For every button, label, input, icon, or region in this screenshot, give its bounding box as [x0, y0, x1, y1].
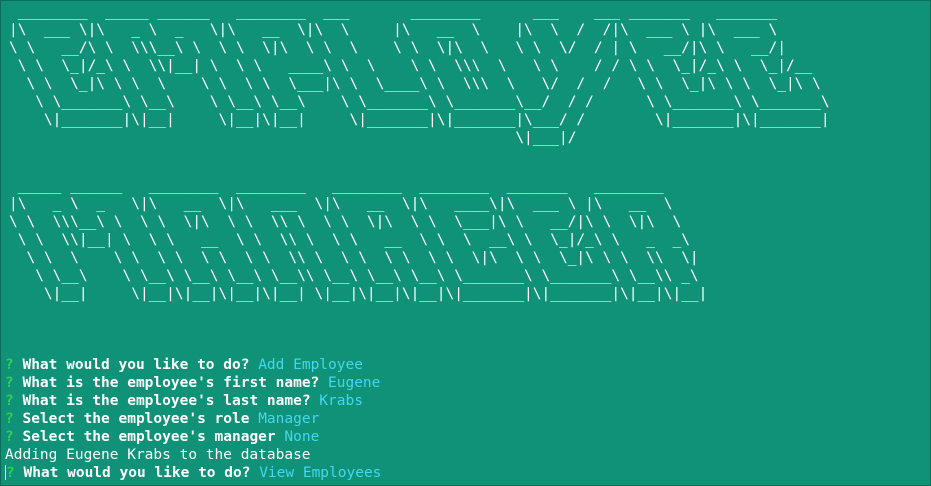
prompt-answer: Manager — [258, 411, 320, 427]
prompt-answer: Add Employee — [258, 357, 363, 373]
ascii-banner-employee: ________ _____ ______ ________ ___ _____… — [9, 4, 830, 146]
output-text: Adding Eugene Krabs to the database — [5, 447, 311, 463]
prompt-answer: Eugene — [328, 375, 381, 391]
prompt-session: ? What would you like to do? Add Employe… — [5, 356, 381, 482]
prompt-question: What would you like to do? — [22, 357, 250, 373]
prompt-line-first-name: ? What is the employee's first name? Eug… — [5, 374, 381, 392]
question-mark-icon: ? — [5, 357, 14, 373]
prompt-line-manager: ? Select the employee's manager None — [5, 428, 381, 446]
terminal-window[interactable]: ________ _____ ______ ________ ___ _____… — [0, 0, 931, 486]
prompt-question: What would you like to do? — [23, 465, 251, 481]
prompt-question: What is the employee's first name? — [22, 375, 320, 391]
prompt-answer: View Employees — [259, 465, 382, 481]
question-mark-icon: ? — [5, 393, 14, 409]
prompt-question: Select the employee's role — [22, 411, 250, 427]
prompt-line-action: ? What would you like to do? Add Employe… — [5, 356, 381, 374]
prompt-question: Select the employee's manager — [22, 429, 276, 445]
prompt-answer: None — [284, 429, 320, 445]
question-mark-icon: ? — [6, 465, 15, 481]
prompt-line-last-name: ? What is the employee's last name? Krab… — [5, 392, 381, 410]
question-mark-icon: ? — [5, 375, 14, 391]
prompt-question: What is the employee's last name? — [22, 393, 311, 409]
prompt-line-current[interactable]: ? What would you like to do? View Employ… — [5, 464, 381, 482]
prompt-answer: Krabs — [319, 393, 363, 409]
ascii-banner-manager: _____ ______ ________ ________ ________ … — [9, 178, 708, 302]
output-line: Adding Eugene Krabs to the database — [5, 446, 381, 464]
question-mark-icon: ? — [5, 411, 14, 427]
question-mark-icon: ? — [5, 429, 14, 445]
prompt-line-role: ? Select the employee's role Manager — [5, 410, 381, 428]
